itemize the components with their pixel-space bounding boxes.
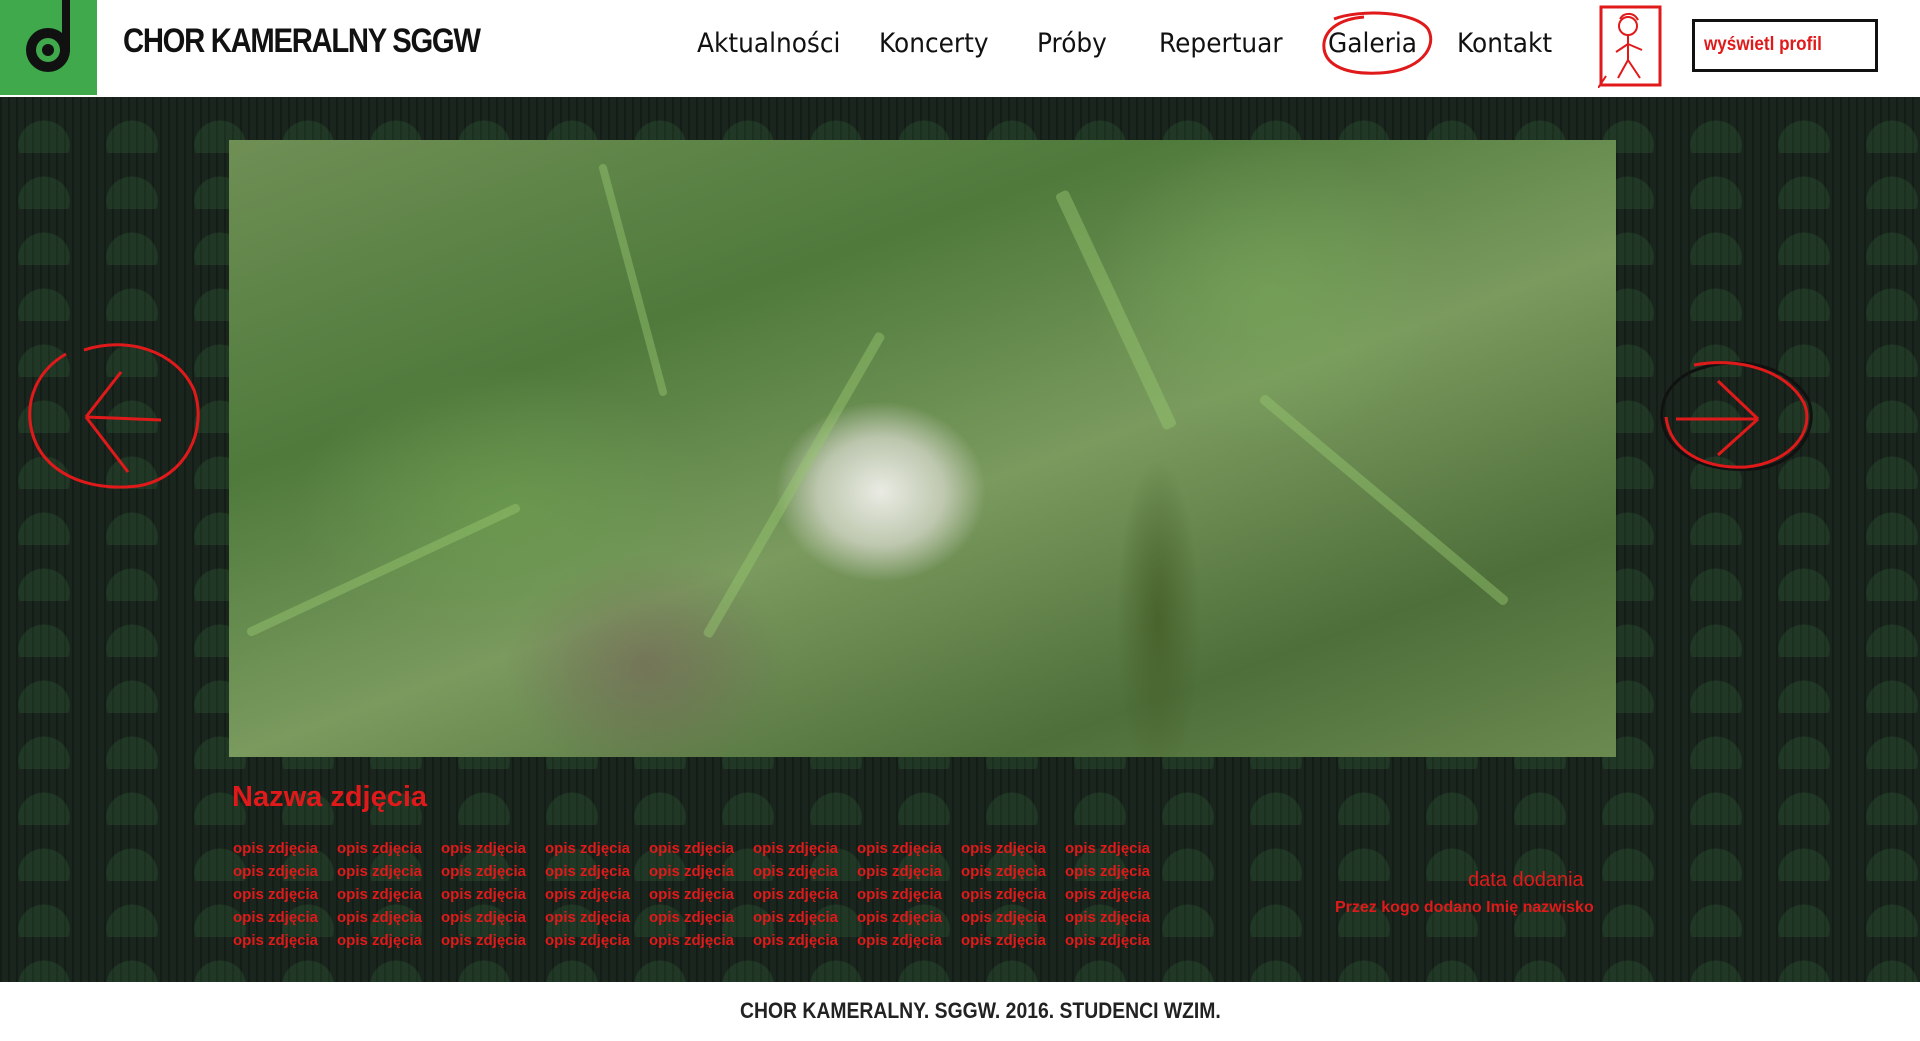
description-text: opis zdjęcia	[545, 886, 631, 903]
description-text: opis zdjęcia	[233, 909, 319, 926]
nav-proby[interactable]: Próby	[1037, 28, 1107, 59]
description-text: opis zdjęcia	[753, 932, 839, 949]
grass-blade	[702, 330, 886, 640]
description-text: opis zdjęcia	[441, 932, 527, 949]
description-text: opis zdjęcia	[337, 863, 423, 880]
photo-added-by: Przez kogo dodano Imię nazwisko	[1335, 899, 1594, 916]
grass-blade	[1054, 189, 1178, 431]
nav-aktualnosci[interactable]: Aktualności	[697, 28, 840, 59]
description-text: opis zdjęcia	[961, 932, 1047, 949]
gallery-photo[interactable]	[229, 140, 1616, 757]
description-text: opis zdjęcia	[233, 932, 319, 949]
description-text: opis zdjęcia	[337, 932, 423, 949]
site-header: CHOR KAMERALNY SGGW Aktualności Koncerty…	[0, 0, 1920, 97]
description-text: opis zdjęcia	[961, 886, 1047, 903]
description-text: opis zdjęcia	[961, 840, 1047, 857]
description-text: opis zdjęcia	[649, 932, 735, 949]
footer-text: CHOR KAMERALNY. SGGW. 2016. STUDENCI WZI…	[740, 998, 1221, 1023]
site-title[interactable]: CHOR KAMERALNY SGGW	[123, 22, 481, 61]
site-footer: CHOR KAMERALNY. SGGW. 2016. STUDENCI WZI…	[0, 982, 1920, 1041]
grass-blade	[1258, 393, 1510, 607]
description-text: opis zdjęcia	[1065, 840, 1151, 857]
nav-galeria[interactable]: Galeria	[1328, 28, 1417, 59]
photo-description: opis zdjęcia opis zdjęcia opis zdjęcia opis…	[233, 840, 1183, 955]
description-text: opis zdjęcia	[441, 886, 527, 903]
description-text: opis zdjęcia	[545, 932, 631, 949]
description-text: opis zdjęcia	[649, 886, 735, 903]
description-text: opis zdjęcia	[1065, 909, 1151, 926]
description-text: opis zdjęcia	[1065, 886, 1151, 903]
description-text: opis zdjęcia	[753, 909, 839, 926]
nav-repertuar[interactable]: Repertuar	[1159, 28, 1283, 59]
music-note-logo-icon	[26, 0, 70, 72]
photo-date-added: data dodania	[1468, 869, 1584, 891]
description-text: opis zdjęcia	[545, 840, 631, 857]
description-text: opis zdjęcia	[545, 863, 631, 880]
description-text: opis zdjęcia	[441, 909, 527, 926]
description-text: opis zdjęcia	[233, 840, 319, 857]
description-text: opis zdjęcia	[545, 909, 631, 926]
description-text: opis zdjęcia	[233, 863, 319, 880]
description-text: opis zdjęcia	[753, 886, 839, 903]
view-profile-label: wyświetl profil	[1704, 34, 1822, 55]
description-row: opis zdjęcia opis zdjęcia opis zdjęcia opis…	[233, 863, 1183, 886]
description-text: opis zdjęcia	[441, 840, 527, 857]
description-text: opis zdjęcia	[961, 863, 1047, 880]
description-row: opis zdjęcia opis zdjęcia opis zdjęcia opis…	[233, 909, 1183, 932]
description-text: opis zdjęcia	[857, 932, 943, 949]
description-row: opis zdjęcia opis zdjęcia opis zdjęcia opis…	[233, 886, 1183, 909]
description-text: opis zdjęcia	[337, 909, 423, 926]
description-text: opis zdjęcia	[441, 863, 527, 880]
description-text: opis zdjęcia	[857, 840, 943, 857]
grass-blade	[245, 502, 522, 638]
stick-figure-avatar-icon[interactable]	[1598, 4, 1663, 88]
grass-blade	[598, 163, 668, 397]
description-text: opis zdjęcia	[337, 840, 423, 857]
description-text: opis zdjęcia	[649, 863, 735, 880]
description-text: opis zdjęcia	[857, 886, 943, 903]
description-text: opis zdjęcia	[961, 909, 1047, 926]
view-profile-button[interactable]: wyświetl profil	[1692, 19, 1878, 72]
description-text: opis zdjęcia	[1065, 863, 1151, 880]
nav-kontakt[interactable]: Kontakt	[1457, 28, 1552, 59]
description-text: opis zdjęcia	[857, 863, 943, 880]
description-text: opis zdjęcia	[753, 863, 839, 880]
description-row: opis zdjęcia opis zdjęcia opis zdjęcia opis…	[233, 932, 1183, 955]
description-row: opis zdjęcia opis zdjęcia opis zdjęcia opis…	[233, 840, 1183, 863]
arrow-left-icon[interactable]	[26, 340, 206, 490]
description-text: opis zdjęcia	[337, 886, 423, 903]
nav-koncerty[interactable]: Koncerty	[879, 28, 989, 59]
description-text: opis zdjęcia	[753, 840, 839, 857]
description-text: opis zdjęcia	[857, 909, 943, 926]
description-text: opis zdjęcia	[649, 840, 735, 857]
description-text: opis zdjęcia	[649, 909, 735, 926]
description-text: opis zdjęcia	[233, 886, 319, 903]
description-text: opis zdjęcia	[1065, 932, 1151, 949]
photo-title: Nazwa zdjęcia	[232, 781, 428, 813]
logo[interactable]	[0, 0, 97, 95]
